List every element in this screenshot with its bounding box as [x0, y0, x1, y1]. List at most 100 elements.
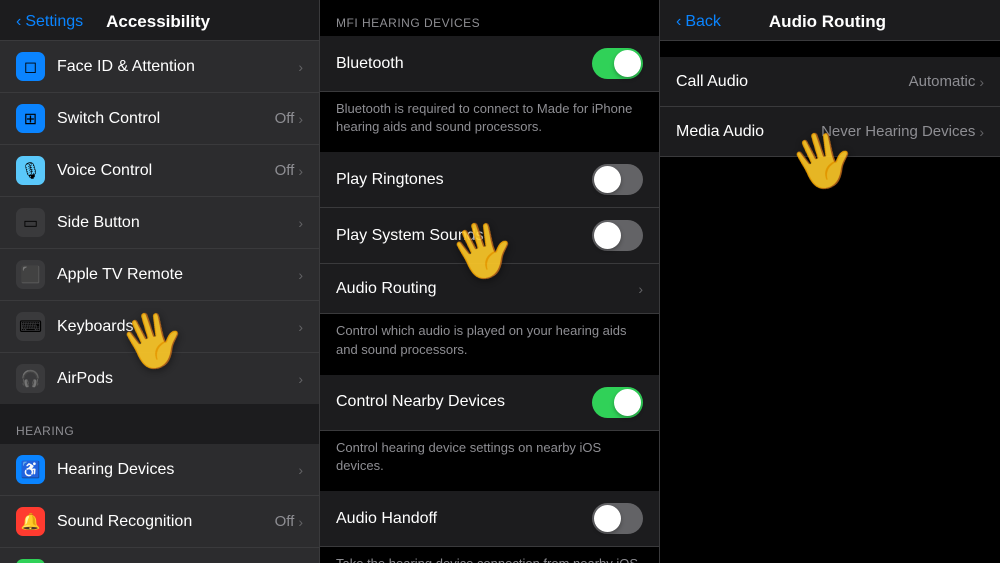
item-icon-face-id: ◻ [16, 52, 45, 81]
middle-section-label: MFI HEARING DEVICES [320, 0, 659, 36]
right-panel: ‹ Back Audio Routing Call Audio Automati… [660, 0, 1000, 563]
item-chevron-voice-control: › [298, 163, 303, 179]
item-icon-side-button: ▭ [16, 208, 45, 237]
toggle-play-system-sounds[interactable] [592, 220, 643, 251]
left-item-apple-tv-remote[interactable]: ⬛ Apple TV Remote › [0, 249, 319, 301]
back-chevron-icon: ‹ [16, 13, 21, 31]
hearing-items-list: ♿ Hearing Devices › 🔔 Sound Recognition … [0, 444, 319, 563]
left-item-hearing-devices[interactable]: ♿ Hearing Devices › [0, 444, 319, 496]
left-item-side-button[interactable]: ▭ Side Button › [0, 197, 319, 249]
middle-item-audio-handoff[interactable]: Audio Handoff Take the hearing device con… [320, 491, 659, 563]
middle-item-play-system-sounds[interactable]: Play System Sounds [320, 208, 659, 264]
middle-item-audio-routing[interactable]: Audio Routing › Control which audio is pla… [320, 264, 659, 374]
middle-row-desc-audio-routing: Control which audio is played on your he… [320, 314, 659, 374]
left-nav-title: Accessibility [83, 12, 233, 32]
item-value-sound-recognition: Off [275, 513, 295, 530]
middle-row-label-bluetooth: Bluetooth [336, 55, 592, 73]
toggle-control-nearby[interactable] [592, 387, 643, 418]
item-chevron-face-id: › [298, 59, 303, 75]
item-icon-hearing-devices: ♿ [16, 455, 45, 484]
item-label-face-id: Face ID & Attention [57, 58, 298, 76]
middle-row-label-control-nearby: Control Nearby Devices [336, 393, 592, 411]
item-chevron-keyboards: › [298, 319, 303, 335]
middle-row-main-play-ringtones: Play Ringtones [320, 152, 659, 208]
right-row-chevron-call-audio: › [979, 74, 984, 90]
item-label-switch-control: Switch Control [57, 110, 275, 128]
item-icon-apple-tv-remote: ⬛ [16, 260, 45, 289]
item-chevron-apple-tv-remote: › [298, 267, 303, 283]
toggle-knob-bluetooth [614, 50, 641, 77]
left-items-list: ◻ Face ID & Attention › ⊞ Switch Control… [0, 41, 319, 404]
middle-row-desc-control-nearby: Control hearing device settings on nearb… [320, 431, 659, 491]
item-icon-voice-control: 🎙 [16, 156, 45, 185]
middle-row-main-bluetooth: Bluetooth [320, 36, 659, 92]
item-chevron-hearing-devices: › [298, 462, 303, 478]
item-value-switch-control: Off [275, 110, 295, 127]
middle-chevron-audio-routing: › [638, 281, 643, 297]
middle-item-bluetooth[interactable]: Bluetooth Bluetooth is required to connec… [320, 36, 659, 152]
left-panel: ‹ Settings Accessibility ◻ Face ID & Att… [0, 0, 320, 563]
item-chevron-side-button: › [298, 215, 303, 231]
right-nav-title: Audio Routing [721, 12, 934, 32]
back-label: Settings [25, 13, 83, 31]
right-back-label: Back [685, 13, 721, 31]
middle-row-desc-audio-handoff: Take the hearing device connection from … [320, 547, 659, 563]
item-icon-keyboards: ⌨ [16, 312, 45, 341]
left-item-switch-control[interactable]: ⊞ Switch Control Off › [0, 93, 319, 145]
right-row-chevron-media-audio: › [979, 124, 984, 140]
item-label-apple-tv-remote: Apple TV Remote [57, 266, 298, 284]
item-label-side-button: Side Button [57, 214, 298, 232]
right-rows-list: Call Audio Automatic › Media Audio Never… [660, 57, 1000, 157]
middle-row-main-audio-routing: Audio Routing › [320, 264, 659, 314]
item-chevron-sound-recognition: › [298, 514, 303, 530]
right-row-value-call-audio: Automatic [909, 73, 976, 90]
toggle-play-ringtones[interactable] [592, 164, 643, 195]
left-item-airpods[interactable]: 🎧 AirPods › [0, 353, 319, 404]
item-icon-switch-control: ⊞ [16, 104, 45, 133]
item-label-keyboards: Keyboards [57, 318, 298, 336]
toggle-knob-play-system-sounds [594, 222, 621, 249]
middle-row-label-play-system-sounds: Play System Sounds [336, 227, 592, 245]
toggle-audio-handoff[interactable] [592, 503, 643, 534]
item-icon-sound-recognition: 🔔 [16, 507, 45, 536]
right-row-call-audio[interactable]: Call Audio Automatic › [660, 57, 1000, 107]
middle-row-main-control-nearby: Control Nearby Devices [320, 375, 659, 431]
middle-rows-list: Bluetooth Bluetooth is required to connec… [320, 36, 659, 563]
right-back-button[interactable]: ‹ Back [676, 13, 721, 31]
toggle-knob-audio-handoff [594, 505, 621, 532]
middle-row-label-play-ringtones: Play Ringtones [336, 171, 592, 189]
item-label-sound-recognition: Sound Recognition [57, 513, 275, 531]
left-item-sound-recognition[interactable]: 🔔 Sound Recognition Off › [0, 496, 319, 548]
middle-row-label-audio-handoff: Audio Handoff [336, 510, 592, 528]
left-item-rtt-tty[interactable]: 📞 RTT/TTY Off › [0, 548, 319, 563]
item-label-voice-control: Voice Control [57, 162, 275, 180]
toggle-knob-play-ringtones [594, 166, 621, 193]
right-row-media-audio[interactable]: Media Audio Never Hearing Devices › [660, 107, 1000, 157]
middle-row-label-audio-routing: Audio Routing [336, 280, 630, 298]
hearing-section-header: HEARING [0, 404, 319, 444]
item-label-airpods: AirPods [57, 370, 298, 388]
item-icon-rtt-tty: 📞 [16, 559, 45, 563]
middle-item-control-nearby[interactable]: Control Nearby Devices Control hearing de… [320, 375, 659, 491]
left-item-keyboards[interactable]: ⌨ Keyboards › [0, 301, 319, 353]
middle-row-main-audio-handoff: Audio Handoff [320, 491, 659, 547]
item-icon-airpods: 🎧 [16, 364, 45, 393]
settings-back-button[interactable]: ‹ Settings [16, 13, 83, 31]
item-chevron-switch-control: › [298, 111, 303, 127]
left-nav-header: ‹ Settings Accessibility [0, 0, 319, 41]
item-label-hearing-devices: Hearing Devices [57, 461, 298, 479]
left-item-face-id[interactable]: ◻ Face ID & Attention › [0, 41, 319, 93]
right-row-value-media-audio: Never Hearing Devices [821, 123, 975, 140]
left-item-voice-control[interactable]: 🎙 Voice Control Off › [0, 145, 319, 197]
right-back-chevron-icon: ‹ [676, 13, 681, 31]
middle-item-play-ringtones[interactable]: Play Ringtones [320, 152, 659, 208]
right-nav-header: ‹ Back Audio Routing [660, 0, 1000, 41]
item-value-voice-control: Off [275, 162, 295, 179]
middle-row-desc-bluetooth: Bluetooth is required to connect to Made… [320, 92, 659, 152]
middle-row-main-play-system-sounds: Play System Sounds [320, 208, 659, 264]
toggle-bluetooth[interactable] [592, 48, 643, 79]
middle-panel: MFI HEARING DEVICES Bluetooth Bluetooth i… [320, 0, 660, 563]
item-chevron-airpods: › [298, 371, 303, 387]
right-row-label-media-audio: Media Audio [676, 123, 821, 141]
toggle-knob-control-nearby [614, 389, 641, 416]
